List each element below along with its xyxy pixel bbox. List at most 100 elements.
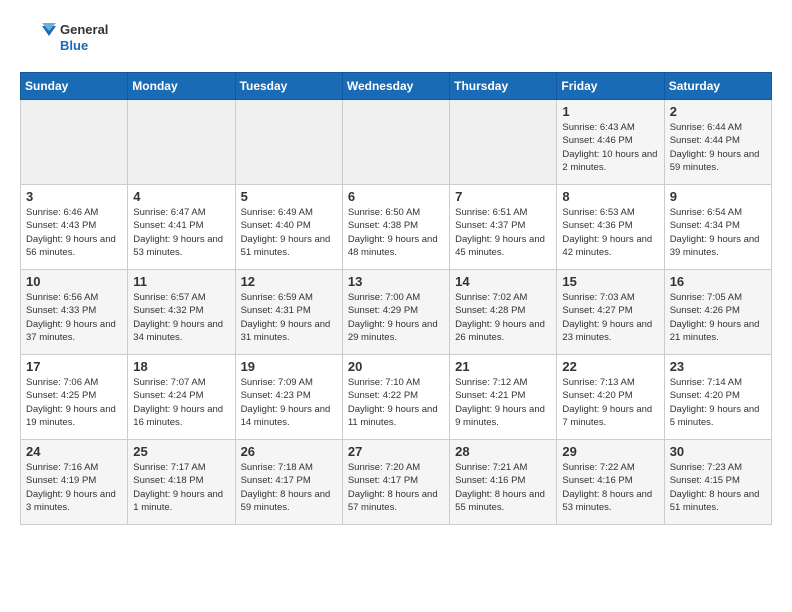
weekday-header-thursday: Thursday bbox=[450, 73, 557, 100]
weekday-header-friday: Friday bbox=[557, 73, 664, 100]
calendar-day-cell bbox=[21, 100, 128, 185]
calendar-day-cell: 10 Sunrise: 6:56 AMSunset: 4:33 PMDaylig… bbox=[21, 270, 128, 355]
calendar-day-cell: 11 Sunrise: 6:57 AMSunset: 4:32 PMDaylig… bbox=[128, 270, 235, 355]
calendar-day-cell: 25 Sunrise: 7:17 AMSunset: 4:18 PMDaylig… bbox=[128, 440, 235, 525]
day-info: Sunrise: 7:12 AMSunset: 4:21 PMDaylight:… bbox=[455, 376, 551, 429]
day-info: Sunrise: 7:09 AMSunset: 4:23 PMDaylight:… bbox=[241, 376, 337, 429]
calendar-day-cell: 17 Sunrise: 7:06 AMSunset: 4:25 PMDaylig… bbox=[21, 355, 128, 440]
calendar-day-cell: 14 Sunrise: 7:02 AMSunset: 4:28 PMDaylig… bbox=[450, 270, 557, 355]
day-info: Sunrise: 7:16 AMSunset: 4:19 PMDaylight:… bbox=[26, 461, 122, 514]
day-number: 29 bbox=[562, 444, 658, 459]
day-info: Sunrise: 6:56 AMSunset: 4:33 PMDaylight:… bbox=[26, 291, 122, 344]
calendar-day-cell: 20 Sunrise: 7:10 AMSunset: 4:22 PMDaylig… bbox=[342, 355, 449, 440]
day-number: 28 bbox=[455, 444, 551, 459]
day-number: 4 bbox=[133, 189, 229, 204]
calendar-day-cell: 8 Sunrise: 6:53 AMSunset: 4:36 PMDayligh… bbox=[557, 185, 664, 270]
day-number: 27 bbox=[348, 444, 444, 459]
day-number: 8 bbox=[562, 189, 658, 204]
calendar-day-cell: 18 Sunrise: 7:07 AMSunset: 4:24 PMDaylig… bbox=[128, 355, 235, 440]
calendar-day-cell: 1 Sunrise: 6:43 AMSunset: 4:46 PMDayligh… bbox=[557, 100, 664, 185]
day-info: Sunrise: 6:47 AMSunset: 4:41 PMDaylight:… bbox=[133, 206, 229, 259]
calendar-day-cell: 7 Sunrise: 6:51 AMSunset: 4:37 PMDayligh… bbox=[450, 185, 557, 270]
calendar-table: SundayMondayTuesdayWednesdayThursdayFrid… bbox=[20, 72, 772, 525]
day-number: 14 bbox=[455, 274, 551, 289]
day-number: 9 bbox=[670, 189, 766, 204]
day-info: Sunrise: 6:59 AMSunset: 4:31 PMDaylight:… bbox=[241, 291, 337, 344]
day-info: Sunrise: 7:07 AMSunset: 4:24 PMDaylight:… bbox=[133, 376, 229, 429]
day-info: Sunrise: 6:54 AMSunset: 4:34 PMDaylight:… bbox=[670, 206, 766, 259]
calendar-day-cell: 28 Sunrise: 7:21 AMSunset: 4:16 PMDaylig… bbox=[450, 440, 557, 525]
day-number: 2 bbox=[670, 104, 766, 119]
day-number: 10 bbox=[26, 274, 122, 289]
calendar-day-cell: 9 Sunrise: 6:54 AMSunset: 4:34 PMDayligh… bbox=[664, 185, 771, 270]
calendar-day-cell bbox=[128, 100, 235, 185]
day-info: Sunrise: 7:13 AMSunset: 4:20 PMDaylight:… bbox=[562, 376, 658, 429]
day-number: 13 bbox=[348, 274, 444, 289]
calendar-day-cell bbox=[235, 100, 342, 185]
logo: General Blue bbox=[20, 20, 108, 56]
day-info: Sunrise: 7:21 AMSunset: 4:16 PMDaylight:… bbox=[455, 461, 551, 514]
calendar-day-cell: 13 Sunrise: 7:00 AMSunset: 4:29 PMDaylig… bbox=[342, 270, 449, 355]
calendar-day-cell bbox=[342, 100, 449, 185]
day-info: Sunrise: 6:50 AMSunset: 4:38 PMDaylight:… bbox=[348, 206, 444, 259]
day-number: 7 bbox=[455, 189, 551, 204]
calendar-week-row: 1 Sunrise: 6:43 AMSunset: 4:46 PMDayligh… bbox=[21, 100, 772, 185]
calendar-day-cell: 30 Sunrise: 7:23 AMSunset: 4:15 PMDaylig… bbox=[664, 440, 771, 525]
day-number: 24 bbox=[26, 444, 122, 459]
day-info: Sunrise: 6:46 AMSunset: 4:43 PMDaylight:… bbox=[26, 206, 122, 259]
weekday-header-wednesday: Wednesday bbox=[342, 73, 449, 100]
day-number: 3 bbox=[26, 189, 122, 204]
day-info: Sunrise: 7:03 AMSunset: 4:27 PMDaylight:… bbox=[562, 291, 658, 344]
calendar-day-cell: 21 Sunrise: 7:12 AMSunset: 4:21 PMDaylig… bbox=[450, 355, 557, 440]
calendar-day-cell: 26 Sunrise: 7:18 AMSunset: 4:17 PMDaylig… bbox=[235, 440, 342, 525]
day-number: 21 bbox=[455, 359, 551, 374]
logo-general: General bbox=[60, 22, 108, 38]
day-info: Sunrise: 6:44 AMSunset: 4:44 PMDaylight:… bbox=[670, 121, 766, 174]
day-number: 11 bbox=[133, 274, 229, 289]
day-number: 18 bbox=[133, 359, 229, 374]
calendar-day-cell: 6 Sunrise: 6:50 AMSunset: 4:38 PMDayligh… bbox=[342, 185, 449, 270]
day-info: Sunrise: 7:22 AMSunset: 4:16 PMDaylight:… bbox=[562, 461, 658, 514]
weekday-header-monday: Monday bbox=[128, 73, 235, 100]
logo-container: General Blue bbox=[20, 20, 108, 56]
day-info: Sunrise: 6:57 AMSunset: 4:32 PMDaylight:… bbox=[133, 291, 229, 344]
calendar-day-cell: 27 Sunrise: 7:20 AMSunset: 4:17 PMDaylig… bbox=[342, 440, 449, 525]
calendar-day-cell: 24 Sunrise: 7:16 AMSunset: 4:19 PMDaylig… bbox=[21, 440, 128, 525]
day-info: Sunrise: 7:00 AMSunset: 4:29 PMDaylight:… bbox=[348, 291, 444, 344]
calendar-day-cell: 19 Sunrise: 7:09 AMSunset: 4:23 PMDaylig… bbox=[235, 355, 342, 440]
logo-text: General Blue bbox=[60, 22, 108, 53]
day-info: Sunrise: 6:49 AMSunset: 4:40 PMDaylight:… bbox=[241, 206, 337, 259]
logo-bird-icon bbox=[20, 20, 56, 56]
day-info: Sunrise: 7:06 AMSunset: 4:25 PMDaylight:… bbox=[26, 376, 122, 429]
day-info: Sunrise: 7:10 AMSunset: 4:22 PMDaylight:… bbox=[348, 376, 444, 429]
day-number: 22 bbox=[562, 359, 658, 374]
day-number: 5 bbox=[241, 189, 337, 204]
day-number: 30 bbox=[670, 444, 766, 459]
day-number: 15 bbox=[562, 274, 658, 289]
day-number: 1 bbox=[562, 104, 658, 119]
day-number: 6 bbox=[348, 189, 444, 204]
calendar-day-cell: 2 Sunrise: 6:44 AMSunset: 4:44 PMDayligh… bbox=[664, 100, 771, 185]
day-number: 23 bbox=[670, 359, 766, 374]
weekday-header-saturday: Saturday bbox=[664, 73, 771, 100]
day-info: Sunrise: 6:43 AMSunset: 4:46 PMDaylight:… bbox=[562, 121, 658, 174]
day-info: Sunrise: 7:05 AMSunset: 4:26 PMDaylight:… bbox=[670, 291, 766, 344]
day-number: 17 bbox=[26, 359, 122, 374]
day-info: Sunrise: 7:14 AMSunset: 4:20 PMDaylight:… bbox=[670, 376, 766, 429]
day-number: 26 bbox=[241, 444, 337, 459]
calendar-day-cell: 4 Sunrise: 6:47 AMSunset: 4:41 PMDayligh… bbox=[128, 185, 235, 270]
day-info: Sunrise: 7:20 AMSunset: 4:17 PMDaylight:… bbox=[348, 461, 444, 514]
day-number: 19 bbox=[241, 359, 337, 374]
calendar-day-cell: 12 Sunrise: 6:59 AMSunset: 4:31 PMDaylig… bbox=[235, 270, 342, 355]
weekday-header-sunday: Sunday bbox=[21, 73, 128, 100]
day-info: Sunrise: 7:23 AMSunset: 4:15 PMDaylight:… bbox=[670, 461, 766, 514]
calendar-day-cell: 29 Sunrise: 7:22 AMSunset: 4:16 PMDaylig… bbox=[557, 440, 664, 525]
calendar-week-row: 24 Sunrise: 7:16 AMSunset: 4:19 PMDaylig… bbox=[21, 440, 772, 525]
logo-blue: Blue bbox=[60, 38, 108, 54]
weekday-header-row: SundayMondayTuesdayWednesdayThursdayFrid… bbox=[21, 73, 772, 100]
calendar-day-cell bbox=[450, 100, 557, 185]
calendar-day-cell: 16 Sunrise: 7:05 AMSunset: 4:26 PMDaylig… bbox=[664, 270, 771, 355]
calendar-day-cell: 5 Sunrise: 6:49 AMSunset: 4:40 PMDayligh… bbox=[235, 185, 342, 270]
calendar-day-cell: 23 Sunrise: 7:14 AMSunset: 4:20 PMDaylig… bbox=[664, 355, 771, 440]
day-number: 12 bbox=[241, 274, 337, 289]
